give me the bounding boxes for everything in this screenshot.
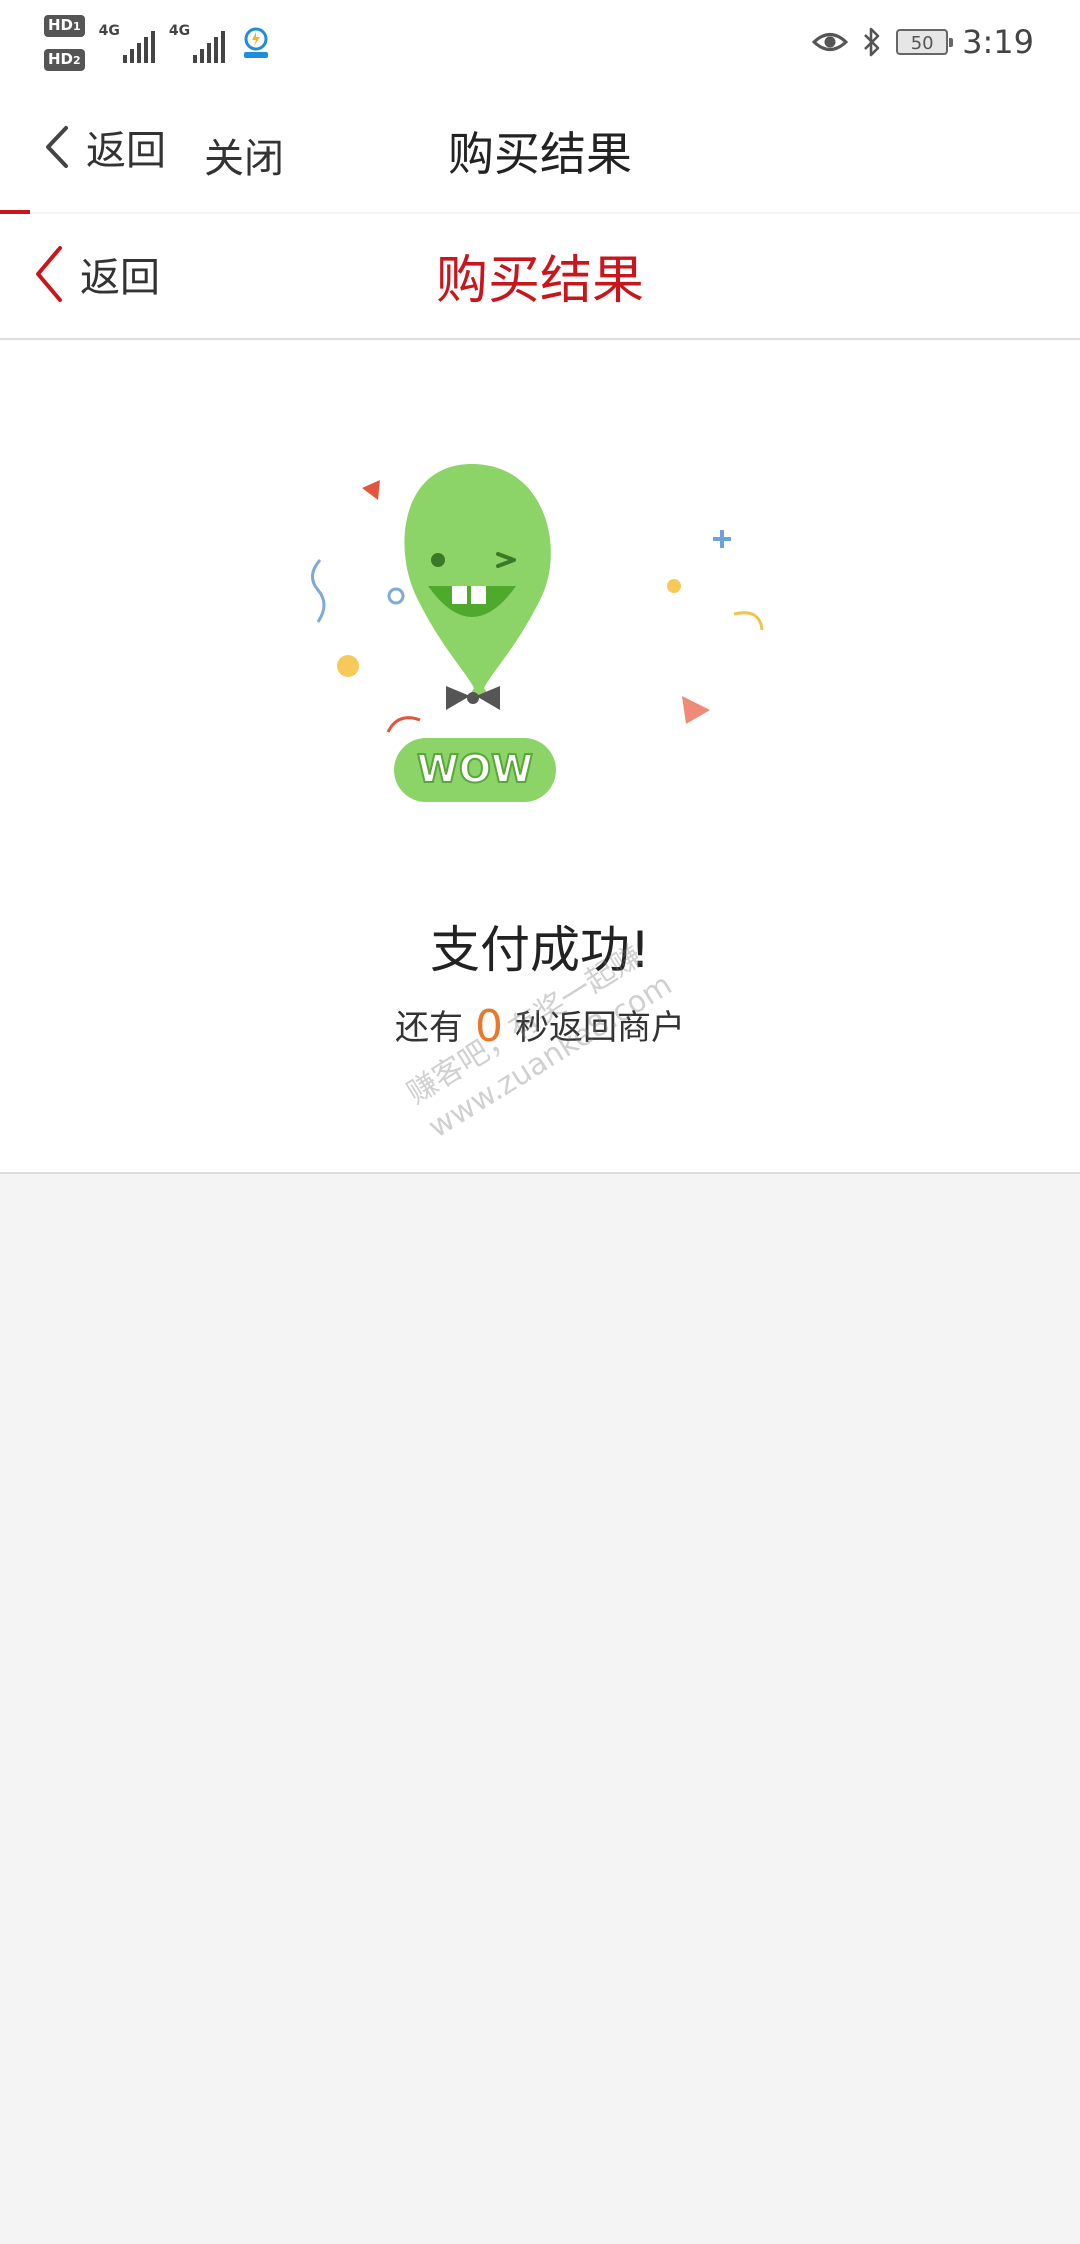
confetti-triangle-icon	[362, 480, 380, 500]
app-notification-icon	[244, 27, 269, 58]
page-title: 购买结果	[435, 251, 644, 311]
bluetooth-icon	[864, 27, 880, 57]
confetti-dot-icon	[667, 579, 681, 593]
confetti-triangle-icon	[682, 696, 710, 724]
hd2-badge: HD2	[44, 49, 85, 71]
hd1-badge: HD1	[44, 15, 85, 37]
confetti-ring-icon	[387, 587, 405, 605]
redirect-countdown: 还有 0 秒返回商户	[0, 1000, 1080, 1052]
payment-success-message: 支付成功!	[429, 921, 651, 979]
confetti-squiggle-icon	[311, 559, 326, 623]
battery-icon: 50	[896, 29, 954, 55]
signal-icon	[122, 31, 155, 63]
countdown-prefix: 还有	[395, 1008, 463, 1048]
eye-icon	[812, 33, 849, 51]
clock: 3:19	[962, 23, 1034, 61]
network-type-2: 4G	[168, 23, 191, 39]
success-balloon-illustration: WOW	[311, 464, 764, 802]
countdown-seconds: 0	[475, 1001, 503, 1052]
webview-title: 购买结果	[448, 127, 632, 181]
confetti-curl-icon	[733, 611, 764, 631]
payment-result-card: WOW 支付成功! 还有 0 秒返回商户	[0, 340, 1080, 1174]
balloon-icon	[404, 464, 551, 698]
status-bar-left: HD1 HD2 4G 4G	[44, 12, 273, 74]
status-bar: HD1 HD2 4G 4G 50 3:19	[0, 0, 1080, 88]
signal-2: 4G	[168, 23, 226, 63]
signal-icon	[193, 31, 226, 63]
webview-nav-bar: 返回 关闭 购买结果	[0, 88, 1080, 212]
confetti-dot-icon	[337, 655, 359, 677]
countdown-suffix: 秒返回商户	[515, 1008, 685, 1048]
signal-1: 4G	[99, 23, 155, 63]
confetti-plus-icon	[713, 530, 731, 548]
status-bar-right: 50 3:19	[812, 20, 1034, 64]
confetti-curl-icon	[386, 716, 421, 733]
network-type-1: 4G	[98, 23, 120, 39]
page-header: 返回 购买结果	[0, 214, 1080, 340]
wow-badge-text: WOW	[417, 747, 533, 791]
hd-indicators: HD1 HD2	[44, 15, 85, 71]
